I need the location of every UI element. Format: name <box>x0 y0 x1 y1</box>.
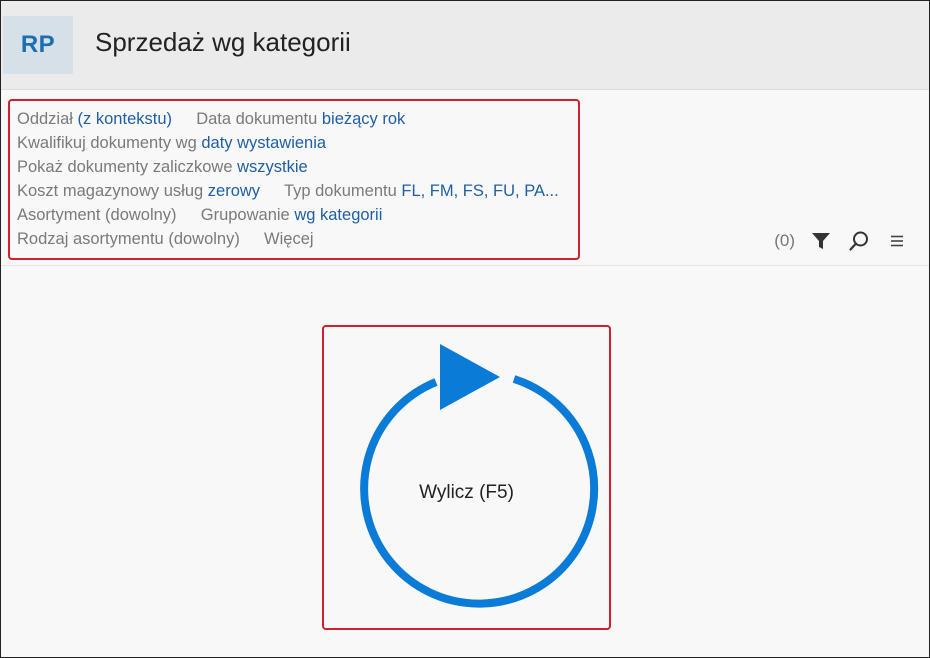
app-badge[interactable]: RP <box>3 16 73 74</box>
filter-count: (0) <box>774 231 795 250</box>
param-label-service-cost: Koszt magazynowy usług <box>17 182 204 200</box>
param-label-branch: Oddział <box>17 110 73 128</box>
param-value-document-date[interactable]: bieżący rok <box>322 110 405 128</box>
toolbar: (0) <box>774 229 909 253</box>
search-icon[interactable] <box>847 229 871 253</box>
param-value-qualify[interactable]: daty wystawienia <box>201 134 326 152</box>
refresh-icon <box>360 344 599 608</box>
menu-icon[interactable] <box>885 229 909 253</box>
calculate-button[interactable]: Wylicz (F5) <box>322 325 611 630</box>
app-window: RP Sprzedaż wg kategorii Oddział (z kont… <box>0 0 930 658</box>
param-row: Asortyment (dowolny) Grupowanie wg kateg… <box>17 203 578 227</box>
param-value-branch[interactable]: (z kontekstu) <box>78 110 172 128</box>
param-row: Rodzaj asortymentu (dowolny) Więcej <box>17 227 578 251</box>
param-assortment-kind[interactable]: Rodzaj asortymentu (dowolny) <box>17 230 240 248</box>
param-value-advance-docs[interactable]: wszystkie <box>237 158 308 176</box>
param-value-service-cost[interactable]: zerowy <box>208 182 260 200</box>
filter-icon[interactable] <box>809 229 833 253</box>
param-label-document-date: Data dokumentu <box>196 110 318 128</box>
more-link[interactable]: Więcej <box>264 230 314 248</box>
param-value-grouping[interactable]: wg kategorii <box>294 206 382 224</box>
param-label-grouping: Grupowanie <box>200 206 290 224</box>
header-bar: RP Sprzedaż wg kategorii <box>1 1 929 90</box>
param-assortment[interactable]: Asortyment (dowolny) <box>17 206 177 224</box>
param-row: Oddział (z kontekstu) Data dokumentu bie… <box>17 107 578 131</box>
param-row: Pokaż dokumenty zaliczkowe wszystkie <box>17 155 578 179</box>
param-row: Kwalifikuj dokumenty wg daty wystawienia <box>17 131 578 155</box>
calculate-label: Wylicz (F5) <box>419 482 514 503</box>
divider <box>1 265 929 266</box>
parameters-panel: Oddział (z kontekstu) Data dokumentu bie… <box>8 99 580 260</box>
param-value-document-type[interactable]: FL, FM, FS, FU, PA... <box>401 182 558 200</box>
page-title: Sprzedaż wg kategorii <box>95 27 351 57</box>
param-label-qualify: Kwalifikuj dokumenty wg <box>17 134 197 152</box>
param-label-document-type: Typ dokumentu <box>283 182 397 200</box>
param-label-advance-docs: Pokaż dokumenty zaliczkowe <box>17 158 233 176</box>
param-row: Koszt magazynowy usług zerowy Typ dokume… <box>17 179 578 203</box>
